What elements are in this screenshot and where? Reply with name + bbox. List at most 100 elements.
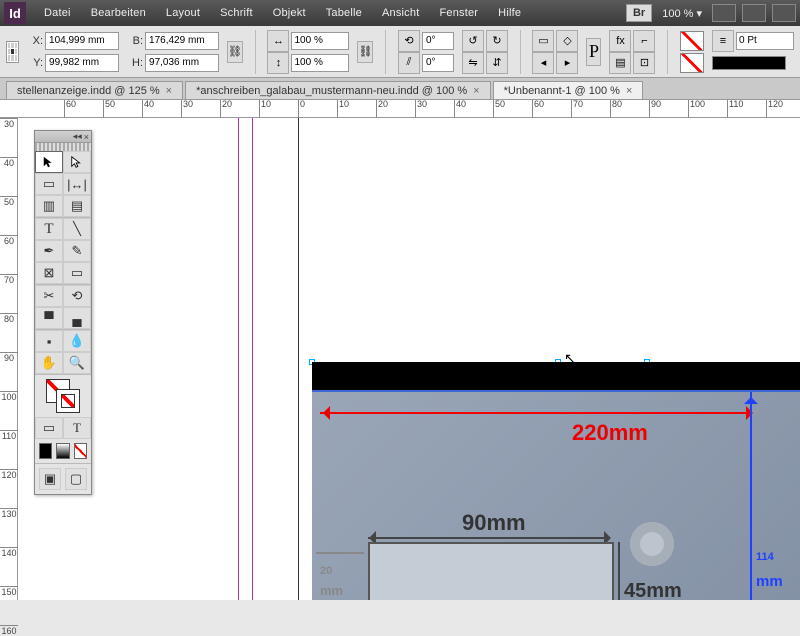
selection-tool[interactable] (35, 151, 63, 173)
rotate-90-ccw-icon[interactable]: ↺ (462, 30, 484, 52)
apply-none-button[interactable] (74, 443, 87, 459)
tab-doc-0[interactable]: stellenanzeige.indd @ 125 %× (6, 81, 183, 99)
close-icon[interactable]: × (626, 85, 632, 97)
menu-type[interactable]: Schrift (210, 3, 263, 23)
toolbox-grip[interactable] (35, 143, 91, 151)
tab-doc-1[interactable]: *anschreiben_galabau_mustermann-neu.indd… (185, 81, 491, 99)
constrain-wh-icon[interactable]: ⛓ (227, 41, 243, 63)
scale-y-input[interactable] (291, 54, 349, 72)
fill-swatch[interactable] (680, 31, 704, 51)
close-icon[interactable]: × (166, 85, 172, 97)
dimension-label-90: 90mm (462, 510, 526, 536)
page-tool[interactable]: ▭ (35, 173, 63, 195)
close-icon[interactable]: × (84, 132, 89, 142)
menu-help[interactable]: Hilfe (488, 3, 531, 23)
scissors-tool[interactable]: ✂ (35, 285, 63, 307)
type-tool[interactable]: T (35, 218, 63, 240)
shear-input[interactable] (422, 54, 454, 72)
w-label: B: (127, 35, 143, 47)
select-content-icon[interactable]: ◇ (556, 30, 578, 52)
diagram-circle (630, 522, 674, 566)
normal-view-mode[interactable]: ▣ (39, 468, 61, 490)
y-label: Y: (27, 57, 43, 69)
effects-icon[interactable]: fx (609, 30, 631, 52)
horizontal-ruler[interactable]: 6050403020100102030405060708090100110120… (0, 100, 800, 118)
x-input[interactable] (45, 32, 119, 50)
gap-tool[interactable]: |↔| (63, 173, 91, 195)
char-format-icon[interactable]: P (586, 38, 601, 66)
dimension-label-20: 20mm (320, 558, 343, 600)
corner-options-icon[interactable]: ⌐ (633, 30, 655, 52)
menu-object[interactable]: Objekt (263, 3, 316, 23)
rectangle-frame-tool[interactable]: ⊠ (35, 262, 63, 284)
guide-vertical[interactable] (252, 118, 253, 600)
diagram-black-bar (312, 362, 800, 390)
scale-x-icon: ↔ (267, 30, 289, 52)
stroke-style-selector[interactable] (712, 56, 786, 70)
fit-icon[interactable]: ⊡ (633, 52, 655, 74)
dimension-line-90 (368, 537, 608, 539)
pencil-tool[interactable]: ✎ (63, 240, 91, 262)
bridge-button[interactable]: Br (626, 4, 652, 22)
pen-tool[interactable]: ✒ (35, 240, 63, 262)
w-input[interactable] (145, 32, 219, 50)
reference-point-grid[interactable] (6, 41, 19, 63)
hand-tool[interactable]: ✋ (35, 352, 63, 374)
line-tool[interactable]: ╲ (63, 218, 91, 240)
note-tool[interactable]: ▪ (35, 330, 63, 352)
collapse-icon[interactable]: ◂◂ (73, 131, 82, 142)
text-wrap-icon[interactable]: ▤ (609, 52, 631, 74)
close-icon[interactable]: × (473, 85, 479, 97)
h-input[interactable] (145, 54, 219, 72)
free-transform-tool[interactable]: ⟲ (63, 285, 91, 307)
apply-color-button[interactable] (39, 443, 52, 459)
dimension-line-220 (320, 412, 750, 414)
select-next-icon[interactable]: ▸ (556, 52, 578, 74)
menu-layout[interactable]: Layout (156, 3, 210, 23)
cursor-icon: ↖ (564, 350, 576, 367)
stroke-weight-icon: ≡ (712, 30, 734, 52)
scale-y-icon: ↕ (267, 52, 289, 74)
format-text-tool[interactable]: T (63, 417, 91, 439)
rotate-input[interactable] (422, 32, 454, 50)
constrain-scale-icon[interactable]: ⛓ (357, 41, 373, 63)
workspace-switcher-icon[interactable] (772, 4, 796, 22)
toolbox-header[interactable]: ◂◂× (35, 131, 91, 143)
select-container-icon[interactable]: ▭ (532, 30, 554, 52)
vertical-ruler[interactable]: 30405060708090100110120130140150160 (0, 118, 18, 600)
stroke-weight-input[interactable] (736, 32, 794, 50)
toolbox-panel[interactable]: ◂◂× ▭ |↔| ▥ ▤ T ╲ ✒ ✎ ⊠ ▭ ✂ ⟲ ▀ ▄ ▪ 💧 ✋ … (34, 130, 92, 495)
select-prev-icon[interactable]: ◂ (532, 52, 554, 74)
stroke-swatch[interactable] (680, 53, 704, 73)
guide-vertical[interactable] (238, 118, 239, 600)
tab-doc-2[interactable]: *Unbenannt-1 @ 100 %× (493, 81, 644, 99)
content-collector-tool[interactable]: ▥ (35, 195, 63, 217)
format-container-tool[interactable]: ▭ (35, 417, 63, 439)
flip-vertical-icon[interactable]: ⇵ (486, 52, 508, 74)
menu-table[interactable]: Tabelle (316, 3, 372, 23)
flip-horizontal-icon[interactable]: ⇋ (462, 52, 484, 74)
apply-gradient-button[interactable] (56, 443, 69, 459)
scale-x-input[interactable] (291, 32, 349, 50)
dimension-line-20 (316, 552, 364, 554)
menu-edit[interactable]: Bearbeiten (81, 3, 156, 23)
content-placer-tool[interactable]: ▤ (63, 195, 91, 217)
menu-file[interactable]: Datei (34, 3, 81, 23)
rotate-90-cw-icon[interactable]: ↻ (486, 30, 508, 52)
y-input[interactable] (45, 54, 119, 72)
dimension-line-45 (618, 542, 620, 600)
direct-selection-tool[interactable] (63, 151, 91, 173)
rectangle-tool[interactable]: ▭ (63, 262, 91, 284)
canvas[interactable]: 220mm 114mm 90mm 20mm 45mm ↖ (18, 118, 800, 600)
arrange-docs-icon[interactable] (742, 4, 766, 22)
gradient-swatch-tool[interactable]: ▀ (35, 307, 63, 329)
menu-window[interactable]: Fenster (429, 3, 488, 23)
gradient-feather-tool[interactable]: ▄ (63, 307, 91, 329)
zoom-selector[interactable]: 100 % ▾ (658, 5, 706, 22)
eyedropper-tool[interactable]: 💧 (63, 330, 91, 352)
screen-mode-icon[interactable] (712, 4, 736, 22)
zoom-tool[interactable]: 🔍 (63, 352, 91, 374)
menu-view[interactable]: Ansicht (372, 3, 429, 23)
stroke-color-swatch[interactable] (56, 389, 80, 413)
preview-mode[interactable]: ▢ (65, 468, 87, 490)
